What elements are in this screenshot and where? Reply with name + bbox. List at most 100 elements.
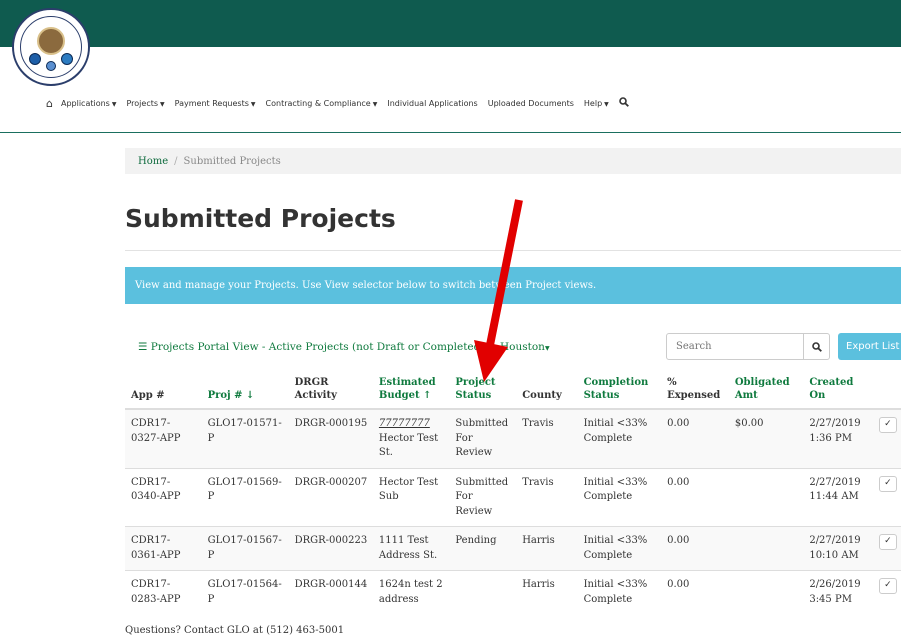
city-selector-label: Houston xyxy=(500,341,545,353)
col-obligated-amt[interactable]: Obligated Amt xyxy=(729,370,803,409)
export-list-button[interactable]: Export List xyxy=(838,333,901,360)
col-completion-status[interactable]: Completion Status xyxy=(578,370,662,409)
view-selector-dropdown[interactable]: ☰ Projects Portal View - Active Projects… xyxy=(138,341,489,353)
city-selector-dropdown[interactable]: Houston▼ xyxy=(500,341,550,353)
list-icon: ☰ xyxy=(138,341,148,353)
budget-description: Hector Test St. xyxy=(378,432,439,459)
cell-obligated xyxy=(728,526,804,571)
nav-contracting-label: Contracting & Compliance xyxy=(265,98,371,108)
cell-county: Harris xyxy=(516,570,578,614)
nav-payment-requests[interactable]: Payment Requests ▼ xyxy=(175,99,256,108)
nav-payment-requests-label: Payment Requests xyxy=(174,98,249,108)
cell-actions: ✓ xyxy=(872,570,901,614)
cell-expensed: 0.00 xyxy=(661,526,729,571)
chevron-down-icon: ✓ xyxy=(884,477,892,488)
nav-contracting-compliance[interactable]: Contracting & Compliance ▼ xyxy=(266,99,378,108)
nav-divider xyxy=(0,132,901,133)
cell-expensed: 0.00 xyxy=(661,570,729,614)
cell-app[interactable]: CDR17-0340-APP xyxy=(125,467,202,527)
nav-applications[interactable]: Applications ▼ xyxy=(61,99,117,108)
cell-county: Harris xyxy=(516,526,578,571)
cell-proj[interactable]: GLO17-01571-P xyxy=(201,408,289,468)
col-created-on[interactable]: Created On xyxy=(803,370,873,409)
view-selector-label: Projects Portal View - Active Projects (… xyxy=(150,341,485,353)
col-project-status[interactable]: Project Status xyxy=(449,370,516,409)
logo-seal xyxy=(20,16,82,78)
community-development-revitalization-logo[interactable] xyxy=(12,8,90,86)
cell-obligated xyxy=(728,467,804,527)
cell-completion: Initial <33% Complete xyxy=(577,570,662,614)
col-percent-expensed[interactable]: % Expensed xyxy=(661,370,729,409)
cell-status xyxy=(449,570,517,614)
caret-down-icon: ▼ xyxy=(250,100,256,108)
page-title: Submitted Projects xyxy=(125,204,396,233)
cell-app[interactable]: CDR17-0327-APP xyxy=(125,408,202,468)
search-button[interactable] xyxy=(803,333,830,360)
cell-completion: Initial <33% Complete xyxy=(577,467,662,527)
breadcrumb-current: Submitted Projects xyxy=(183,155,281,167)
search-icon xyxy=(811,341,822,352)
caret-down-icon: ▼ xyxy=(604,100,609,108)
table-row[interactable]: CDR17-0327-APP GLO17-01571-P DRGR-000195… xyxy=(125,408,901,468)
cell-created: 2/27/2019 10:10 AM xyxy=(803,526,873,571)
table-row[interactable]: CDR17-0283-APP GLO17-01564-P DRGR-000144… xyxy=(125,570,901,614)
nav-projects[interactable]: Projects ▼ xyxy=(126,99,164,108)
cell-budget: 1624n test 2 address xyxy=(372,570,450,614)
cell-drgr: DRGR-000144 xyxy=(288,570,373,614)
cell-budget: Hector Test Sub xyxy=(372,467,450,527)
cell-created: 2/26/2019 3:45 PM xyxy=(803,570,873,614)
caret-down-icon: ▼ xyxy=(544,345,550,352)
search-input[interactable] xyxy=(666,333,804,360)
row-menu-button[interactable]: ✓ xyxy=(878,475,897,492)
row-menu-button[interactable]: ✓ xyxy=(878,534,897,550)
breadcrumb-home-link[interactable]: Home xyxy=(138,156,168,167)
col-drgr-activity[interactable]: DRGR Activity xyxy=(289,370,373,409)
search-icon[interactable] xyxy=(618,96,629,110)
table-row[interactable]: CDR17-0361-APP GLO17-01567-P DRGR-000223… xyxy=(125,526,901,571)
main-navigation: ⌂ Applications ▼ Projects ▼ Payment Reques… xyxy=(0,88,901,118)
cell-county: Travis xyxy=(516,467,578,527)
col-proj-number[interactable]: Proj # ↓ xyxy=(202,370,289,409)
chevron-down-icon: ✓ xyxy=(884,580,892,591)
cell-obligated xyxy=(728,570,804,614)
chevron-down-icon: ✓ xyxy=(884,419,892,430)
logo-badge-left xyxy=(29,53,41,65)
cell-app[interactable]: CDR17-0361-APP xyxy=(125,526,202,571)
col-estimated-budget[interactable]: Estimated Budget ↑ xyxy=(373,370,449,409)
info-alert-text: View and manage your Projects. Use View … xyxy=(135,280,597,291)
col-app-number[interactable]: App # xyxy=(125,370,202,409)
row-menu-button[interactable]: ✓ xyxy=(878,417,897,433)
title-divider xyxy=(125,250,901,251)
cell-budget: 1111 Test Address St. xyxy=(372,526,450,571)
nav-help[interactable]: Help ▼ xyxy=(584,99,609,108)
nav-projects-label: Projects xyxy=(126,98,159,108)
table-header-row: App # Proj # ↓ DRGR Activity Estimated B… xyxy=(125,370,901,409)
cell-proj[interactable]: GLO17-01567-P xyxy=(201,526,289,571)
caret-down-icon: ▼ xyxy=(111,100,117,108)
cell-expensed: 0.00 xyxy=(661,467,729,527)
row-menu-button[interactable]: ✓ xyxy=(878,578,897,594)
cell-app[interactable]: CDR17-0283-APP xyxy=(125,570,202,614)
cell-proj[interactable]: GLO17-01564-P xyxy=(201,570,289,614)
cell-created: 2/27/2019 11:44 AM xyxy=(803,467,873,527)
col-actions xyxy=(873,370,901,409)
nav-individual-applications[interactable]: Individual Applications xyxy=(387,99,477,108)
cell-budget: 77777777 Hector Test St. xyxy=(372,408,450,468)
nav-help-label: Help xyxy=(583,98,603,108)
caret-down-icon: ▼ xyxy=(372,100,378,108)
cell-proj[interactable]: GLO17-01569-P xyxy=(201,467,289,527)
cell-actions: ✓ xyxy=(872,526,901,571)
cell-completion: Initial <33% Complete xyxy=(577,408,662,468)
table-row[interactable]: CDR17-0340-APP GLO17-01569-P DRGR-000207… xyxy=(125,467,901,527)
cell-expensed: 0.00 xyxy=(661,408,729,468)
cell-drgr: DRGR-000195 xyxy=(288,408,373,468)
col-county[interactable]: County xyxy=(516,370,577,409)
cell-actions: ✓ xyxy=(872,467,901,527)
nav-uploaded-documents[interactable]: Uploaded Documents xyxy=(488,99,574,108)
breadcrumb: Home / Submitted Projects xyxy=(125,148,901,174)
top-header-bar xyxy=(0,0,901,47)
cell-status: Submitted For Review xyxy=(449,408,517,468)
home-icon[interactable]: ⌂ xyxy=(46,97,53,110)
budget-number: 77777777 xyxy=(378,418,430,429)
cell-drgr: DRGR-000223 xyxy=(288,526,373,571)
